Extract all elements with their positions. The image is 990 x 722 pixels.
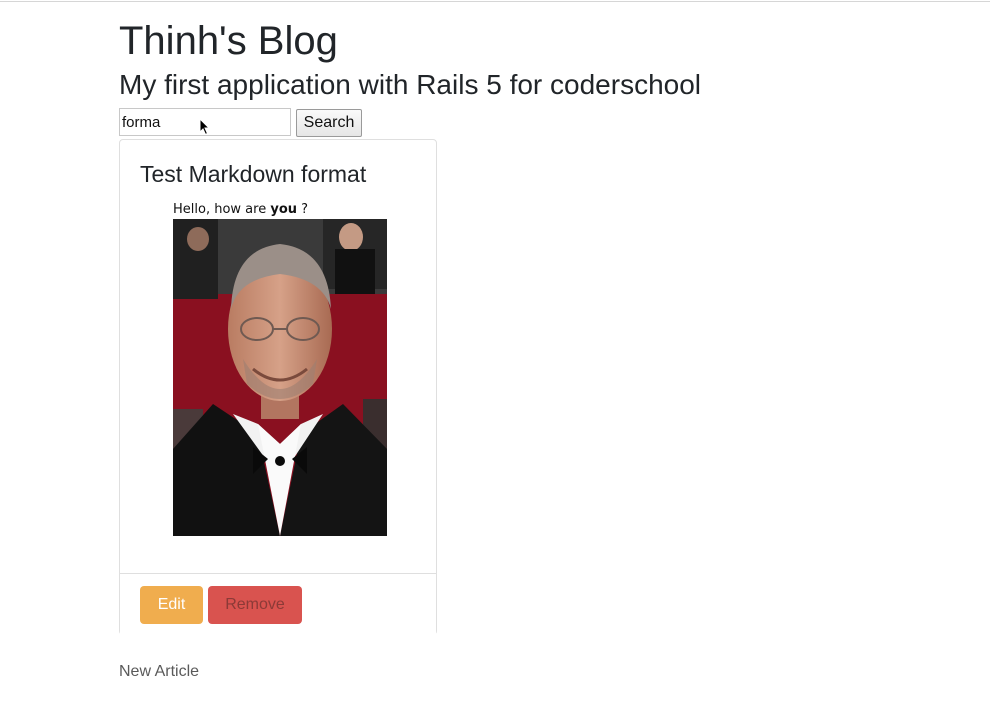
search-button[interactable]: Search (296, 109, 362, 137)
article-card-footer: Edit Remove (120, 573, 436, 635)
article-title: Test Markdown format (140, 161, 367, 187)
article-body-end: ? (297, 202, 309, 217)
article-photo (173, 219, 387, 536)
mouse-cursor-icon (199, 118, 211, 136)
top-divider (0, 1, 990, 2)
remove-button[interactable]: Remove (208, 586, 302, 624)
article-body-text: Hello, how are (173, 202, 271, 217)
article-card: Test Markdown format Hello, how are you … (119, 139, 437, 635)
article-body-bold: you (270, 202, 298, 217)
article-body: Hello, how are you ? (173, 202, 308, 218)
edit-button[interactable]: Edit (140, 586, 203, 624)
page-subtitle: My first application with Rails 5 for co… (119, 69, 702, 100)
new-article-link[interactable]: New Article (119, 663, 199, 681)
page-title: Thinh's Blog (119, 19, 338, 63)
